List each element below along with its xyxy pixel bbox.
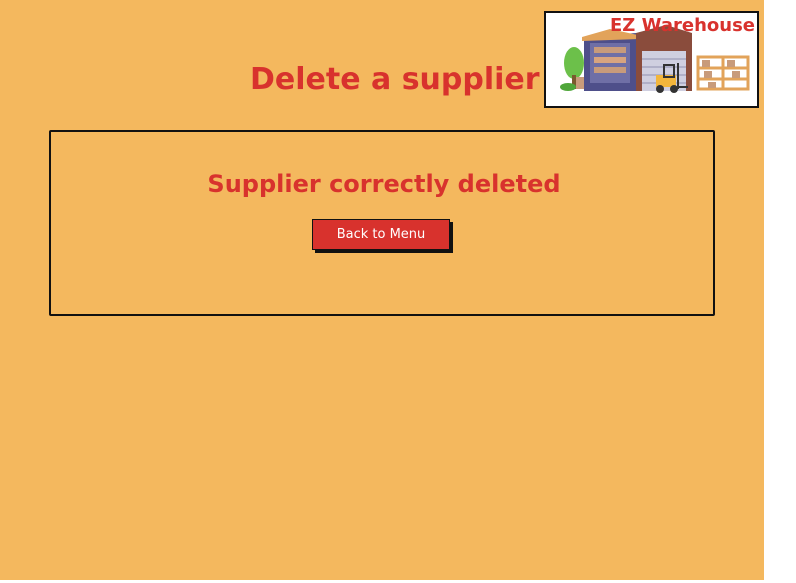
page-title: Delete a supplier xyxy=(250,62,540,97)
success-message: Supplier correctly deleted xyxy=(207,170,561,198)
logo-title: EZ Warehouse xyxy=(610,15,755,36)
back-to-menu-button[interactable]: Back to Menu xyxy=(312,219,450,250)
result-panel: Supplier correctly deleted Back to Menu xyxy=(49,130,715,316)
ez-warehouse-logo: EZ Warehouse xyxy=(544,11,759,108)
page-canvas: Delete a supplier EZ Warehouse Supplier … xyxy=(0,0,764,580)
